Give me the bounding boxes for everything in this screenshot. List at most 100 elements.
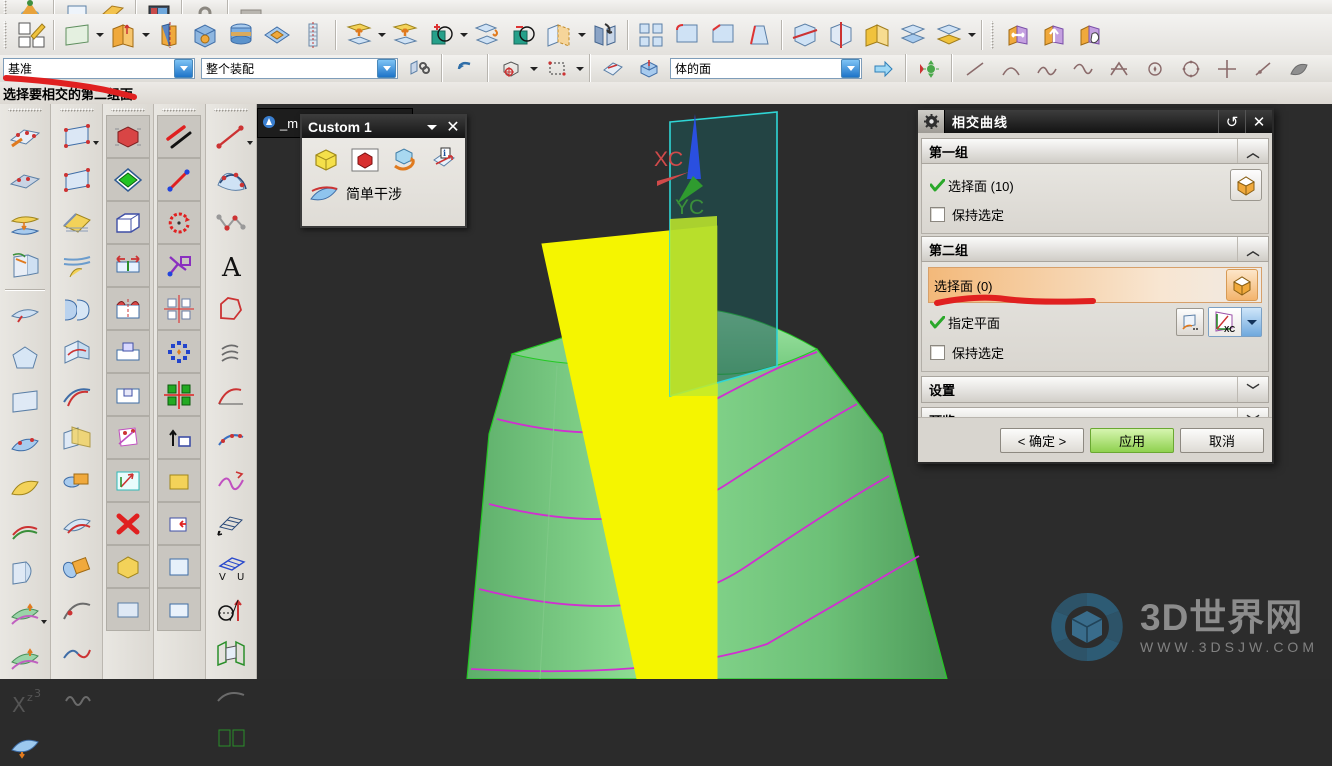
second-group-header[interactable]: 第二组 ︿	[921, 236, 1269, 262]
ok-button[interactable]: < 确定 >	[1000, 427, 1084, 453]
extrude-face-dropdown-caret[interactable]	[377, 18, 387, 52]
point-set-icon[interactable]	[157, 330, 202, 373]
sew-icon[interactable]	[859, 17, 895, 53]
intersection-curve-dialog[interactable]: 相交曲线 ↺ ✕ 第一组 ︿ 选择面 (10) 保持选定 第二组 ︿ 选择面 (…	[916, 108, 1274, 464]
reset-icon[interactable]: ↺	[1218, 110, 1245, 133]
datum-plane-icon[interactable]	[59, 17, 95, 53]
block-icon[interactable]	[187, 17, 223, 53]
snap-dropdown-icon[interactable]	[529, 52, 539, 86]
chevron-down-icon[interactable]	[1241, 308, 1261, 336]
replace-face-icon[interactable]	[106, 502, 151, 545]
chevron-down-icon[interactable]	[423, 125, 441, 130]
sheet-body-icon[interactable]	[106, 158, 151, 201]
rough-offset-icon[interactable]	[3, 637, 47, 680]
close-icon[interactable]: ✕	[441, 116, 465, 138]
polygon-icon[interactable]	[55, 158, 99, 201]
arc-rotate-icon[interactable]	[157, 201, 202, 244]
scale-icon[interactable]	[157, 502, 202, 545]
helix-icon[interactable]	[209, 330, 253, 373]
spring-curve-icon[interactable]	[55, 674, 99, 717]
angle-constraint-icon[interactable]	[157, 244, 202, 287]
pattern-feature-icon[interactable]	[633, 17, 669, 53]
section-curve-icon[interactable]	[55, 459, 99, 502]
ruled-surface-icon[interactable]	[3, 201, 47, 244]
palette-grip[interactable]	[111, 106, 146, 114]
finish-sketch-icon[interactable]	[59, 0, 95, 14]
select-options-icon[interactable]	[575, 52, 585, 86]
enlarge-icon[interactable]	[3, 723, 47, 766]
chevron-up-icon[interactable]: ︿	[1237, 139, 1268, 163]
shell-icon[interactable]	[541, 17, 577, 53]
subtract-icon[interactable]	[469, 17, 505, 53]
isocline-curve-icon[interactable]	[55, 502, 99, 545]
apply-button[interactable]: 应用	[1090, 427, 1174, 453]
delete-face-icon[interactable]	[106, 459, 151, 502]
simple-interference-item[interactable]: 简单干涉	[302, 179, 465, 208]
deviation-gauge-icon[interactable]	[209, 631, 253, 674]
extrude-up-icon[interactable]	[157, 588, 202, 631]
body-face-filter-combo[interactable]: 体的面	[670, 58, 862, 79]
block-icon[interactable]	[106, 201, 151, 244]
rotate-body-icon[interactable]	[386, 141, 423, 178]
uv-grid-icon[interactable]: VU	[209, 545, 253, 588]
offset-surface-icon[interactable]	[931, 17, 967, 53]
combined-projection-icon[interactable]	[55, 373, 99, 416]
palette-grip[interactable]	[8, 106, 43, 114]
toolbar-grip[interactable]	[3, 0, 10, 14]
simplify-curve-icon[interactable]	[55, 588, 99, 631]
palette-grip[interactable]	[59, 106, 94, 114]
move-object-icon[interactable]	[1000, 17, 1036, 53]
rectangle-icon[interactable]	[55, 115, 99, 158]
offset-curve-icon[interactable]	[55, 244, 99, 287]
solid-body-icon[interactable]	[106, 115, 151, 158]
plane-dialog-button[interactable]	[1176, 308, 1204, 336]
wrap-unwrap-icon[interactable]	[55, 545, 99, 588]
second-group-select-face-row[interactable]: 选择面 (0)	[928, 267, 1262, 303]
silhouette-flange-icon[interactable]	[3, 551, 47, 594]
chevron-down-icon[interactable]	[377, 59, 396, 78]
law-curve-icon[interactable]	[209, 373, 253, 416]
smooth-curve-icon[interactable]	[209, 459, 253, 502]
cancel-button[interactable]: 取消	[1180, 427, 1264, 453]
chevron-down-icon[interactable]: ﹀	[1237, 377, 1268, 402]
sketch-in-task-env-icon[interactable]	[13, 0, 49, 14]
bar-icon[interactable]	[233, 0, 269, 14]
mirror-body-icon[interactable]	[106, 244, 151, 287]
intersect-icon[interactable]	[505, 17, 541, 53]
preview-section-header[interactable]: 预览 ﹀	[921, 407, 1269, 417]
pad-icon[interactable]	[106, 330, 151, 373]
red-cube-icon[interactable]	[347, 141, 384, 178]
offset-face-icon[interactable]	[387, 17, 423, 53]
first-group-header[interactable]: 第一组 ︿	[921, 138, 1269, 164]
project-curve-icon[interactable]	[55, 330, 99, 373]
resize-face-icon[interactable]	[106, 588, 151, 631]
chamfer-icon[interactable]	[705, 17, 741, 53]
assembly-compare-icon[interactable]	[209, 717, 253, 760]
second-group-specify-plane-row[interactable]: 指定平面 XC	[928, 307, 1262, 337]
reflection-icon[interactable]	[209, 674, 253, 717]
polyline-icon[interactable]	[209, 201, 253, 244]
studio-spline-icon[interactable]	[209, 158, 253, 201]
thicken-icon[interactable]	[895, 17, 931, 53]
bridge-curve-icon[interactable]	[55, 201, 99, 244]
revolve-icon[interactable]	[151, 17, 187, 53]
display-shading-icon[interactable]	[95, 0, 131, 14]
second-group-keep-selected-row[interactable]: 保持选定	[928, 339, 1262, 365]
palette-grip[interactable]	[213, 106, 248, 114]
chevron-down-icon[interactable]	[841, 59, 860, 78]
xc-plane-button[interactable]: XC	[1208, 307, 1262, 337]
parallel-lines-icon[interactable]	[157, 115, 202, 158]
profile-icon[interactable]	[209, 287, 253, 330]
pattern-grid-icon[interactable]	[157, 287, 202, 330]
move-face-icon[interactable]	[106, 545, 151, 588]
datum-filter-combo[interactable]: 基准	[3, 58, 195, 79]
trim-body-icon[interactable]	[787, 17, 823, 53]
through-curves-icon[interactable]	[3, 115, 47, 158]
bounded-plane-icon[interactable]	[3, 379, 47, 422]
chevron-up-icon[interactable]: ︿	[1237, 237, 1268, 261]
datum-csys-icon[interactable]	[106, 416, 151, 459]
draft-icon[interactable]	[741, 17, 777, 53]
keep-selected-checkbox[interactable]	[930, 206, 945, 222]
chevron-down-icon[interactable]	[92, 141, 99, 145]
law-extension-icon[interactable]	[3, 508, 47, 551]
